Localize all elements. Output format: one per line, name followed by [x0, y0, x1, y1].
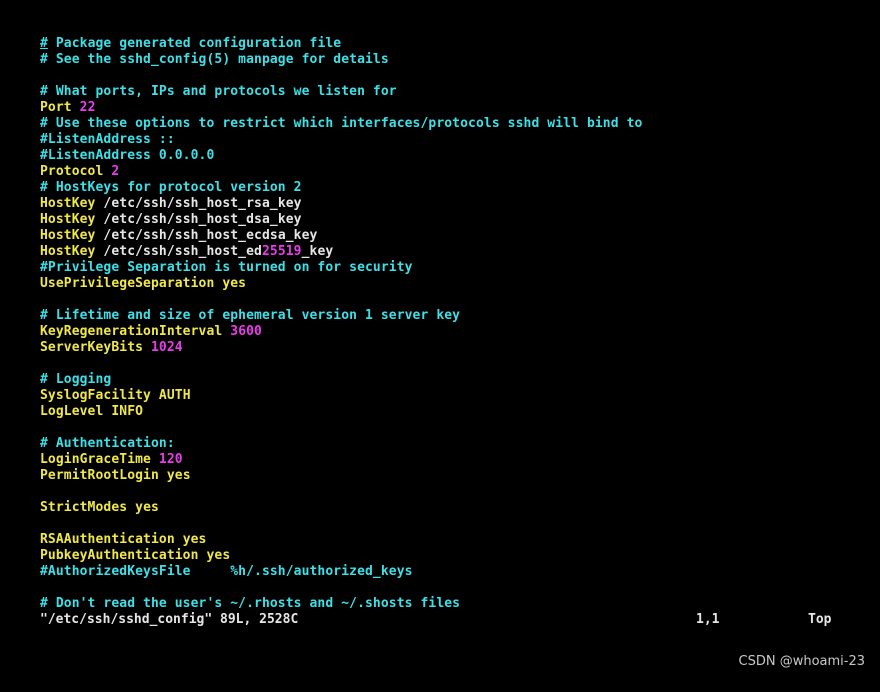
editor-line[interactable]: # Logging: [40, 372, 840, 388]
syntax-value: [151, 452, 159, 467]
syntax-comment: # Lifetime and size of ephemeral version…: [40, 308, 461, 323]
syntax-keyword: HostKey: [40, 244, 96, 259]
editor-empty-line[interactable]: [40, 68, 840, 84]
vim-editor-buffer[interactable]: # Package generated configuration file # …: [40, 36, 840, 612]
vim-status-line: "/etc/ssh/sshd_config" 89L, 2528C 1,1 To…: [40, 612, 840, 628]
syntax-keyword: INFO: [111, 404, 144, 419]
editor-line[interactable]: StrictModes yes: [40, 500, 840, 516]
editor-empty-line[interactable]: [40, 292, 840, 308]
editor-line[interactable]: HostKey /etc/ssh/ssh_host_rsa_key: [40, 196, 840, 212]
syntax-keyword: yes: [182, 532, 207, 547]
syntax-number: 22: [79, 100, 96, 115]
syntax-comment: # HostKeys for protocol version 2: [40, 180, 302, 195]
syntax-keyword: ServerKeyBits: [40, 340, 144, 355]
editor-empty-line[interactable]: [40, 484, 840, 500]
syntax-value: [72, 100, 80, 115]
editor-line[interactable]: Port 22: [40, 100, 840, 116]
editor-line[interactable]: SyslogFacility AUTH: [40, 388, 840, 404]
editor-line[interactable]: UsePrivilegeSeparation yes: [40, 276, 840, 292]
syntax-comment: #AuthorizedKeysFile %h/.ssh/authorized_k…: [40, 564, 413, 579]
terminal-window[interactable]: # Package generated configuration file # …: [0, 0, 880, 679]
editor-line[interactable]: # Package generated configuration file: [40, 36, 840, 52]
editor-line[interactable]: HostKey /etc/ssh/ssh_host_dsa_key: [40, 212, 840, 228]
editor-line[interactable]: # HostKeys for protocol version 2: [40, 180, 840, 196]
syntax-comment: #ListenAddress 0.0.0.0: [40, 148, 215, 163]
syntax-keyword: yes: [206, 548, 231, 563]
editor-line[interactable]: Protocol 2: [40, 164, 840, 180]
syntax-value: [151, 388, 159, 403]
syntax-value: [127, 500, 135, 515]
editor-line[interactable]: LogLevel INFO: [40, 404, 840, 420]
syntax-keyword: KeyRegenerationInterval: [40, 324, 223, 339]
editor-line[interactable]: #ListenAddress ::: [40, 132, 840, 148]
syntax-keyword: StrictModes: [40, 500, 128, 515]
syntax-comment: # Use these options to restrict which in…: [40, 116, 643, 131]
syntax-keyword: HostKey: [40, 212, 96, 227]
editor-line[interactable]: # Lifetime and size of ephemeral version…: [40, 308, 840, 324]
text-cursor: #: [40, 36, 48, 51]
editor-line[interactable]: PermitRootLogin yes: [40, 468, 840, 484]
syntax-keyword: Port: [40, 100, 72, 115]
syntax-keyword: LoginGraceTime: [40, 452, 151, 467]
editor-line[interactable]: LoginGraceTime 120: [40, 452, 840, 468]
editor-line[interactable]: RSAAuthentication yes: [40, 532, 840, 548]
syntax-keyword: yes: [166, 468, 191, 483]
syntax-keyword: PermitRootLogin: [40, 468, 159, 483]
syntax-value: _key: [301, 244, 334, 259]
editor-line[interactable]: # What ports, IPs and protocols we liste…: [40, 84, 840, 100]
syntax-keyword: Protocol: [40, 164, 104, 179]
editor-line[interactable]: # Use these options to restrict which in…: [40, 116, 840, 132]
editor-empty-line[interactable]: [40, 580, 840, 596]
editor-line[interactable]: # Authentication:: [40, 436, 840, 452]
syntax-comment: # Logging: [40, 372, 112, 387]
syntax-number: 120: [158, 452, 183, 467]
syntax-comment: # See the sshd_config(5) manpage for det…: [40, 52, 389, 67]
editor-line[interactable]: PubkeyAuthentication yes: [40, 548, 840, 564]
syntax-keyword: UsePrivilegeSeparation: [40, 276, 215, 291]
editor-line[interactable]: ServerKeyBits 1024: [40, 340, 840, 356]
status-file-info: "/etc/ssh/sshd_config" 89L, 2528C: [40, 612, 299, 627]
editor-line[interactable]: KeyRegenerationInterval 3600: [40, 324, 840, 340]
syntax-value: [175, 532, 183, 547]
syntax-keyword: HostKey: [40, 228, 96, 243]
syntax-keyword: PubkeyAuthentication: [40, 548, 199, 563]
syntax-value: /etc/ssh/ssh_host_dsa_key: [95, 212, 302, 227]
editor-line[interactable]: #Privilege Separation is turned on for s…: [40, 260, 840, 276]
syntax-comment: # What ports, IPs and protocols we liste…: [40, 84, 397, 99]
syntax-number: 25519: [261, 244, 302, 259]
syntax-number: 3600: [230, 324, 262, 339]
syntax-value: [143, 340, 151, 355]
editor-empty-line[interactable]: [40, 420, 840, 436]
editor-line[interactable]: # See the sshd_config(5) manpage for det…: [40, 52, 840, 68]
editor-line[interactable]: HostKey /etc/ssh/ssh_host_ed25519_key: [40, 244, 840, 260]
editor-empty-line[interactable]: [40, 356, 840, 372]
syntax-comment: # Don't read the user's ~/.rhosts and ~/…: [40, 596, 461, 611]
editor-line[interactable]: HostKey /etc/ssh/ssh_host_ecdsa_key: [40, 228, 840, 244]
syntax-comment: #ListenAddress ::: [40, 132, 175, 147]
status-cursor-position: 1,1: [696, 612, 720, 627]
syntax-value: /etc/ssh/ssh_host_ed: [95, 244, 262, 259]
syntax-number: 2: [111, 164, 120, 179]
syntax-number: 1024: [150, 340, 183, 355]
syntax-keyword: AUTH: [158, 388, 191, 403]
csdn-watermark: CSDN @whoami-23: [738, 654, 866, 669]
editor-line[interactable]: #ListenAddress 0.0.0.0: [40, 148, 840, 164]
editor-empty-line[interactable]: [40, 516, 840, 532]
syntax-keyword: yes: [135, 500, 159, 515]
syntax-value: [159, 468, 167, 483]
editor-line[interactable]: #AuthorizedKeysFile %h/.ssh/authorized_k…: [40, 564, 840, 580]
syntax-keyword: SyslogFacility: [40, 388, 151, 403]
syntax-keyword: LogLevel: [40, 404, 104, 419]
syntax-comment: # Authentication:: [40, 436, 175, 451]
syntax-keyword: yes: [222, 276, 247, 291]
syntax-comment: #Privilege Separation is turned on for s…: [40, 260, 413, 275]
syntax-keyword: HostKey: [40, 196, 96, 211]
syntax-value: /etc/ssh/ssh_host_ecdsa_key: [95, 228, 318, 243]
syntax-comment: Package generated configuration file: [47, 36, 342, 51]
syntax-keyword: RSAAuthentication: [40, 532, 175, 547]
status-scroll-position: Top: [808, 612, 832, 627]
syntax-value: /etc/ssh/ssh_host_rsa_key: [95, 196, 302, 211]
editor-line[interactable]: # Don't read the user's ~/.rhosts and ~/…: [40, 596, 840, 612]
